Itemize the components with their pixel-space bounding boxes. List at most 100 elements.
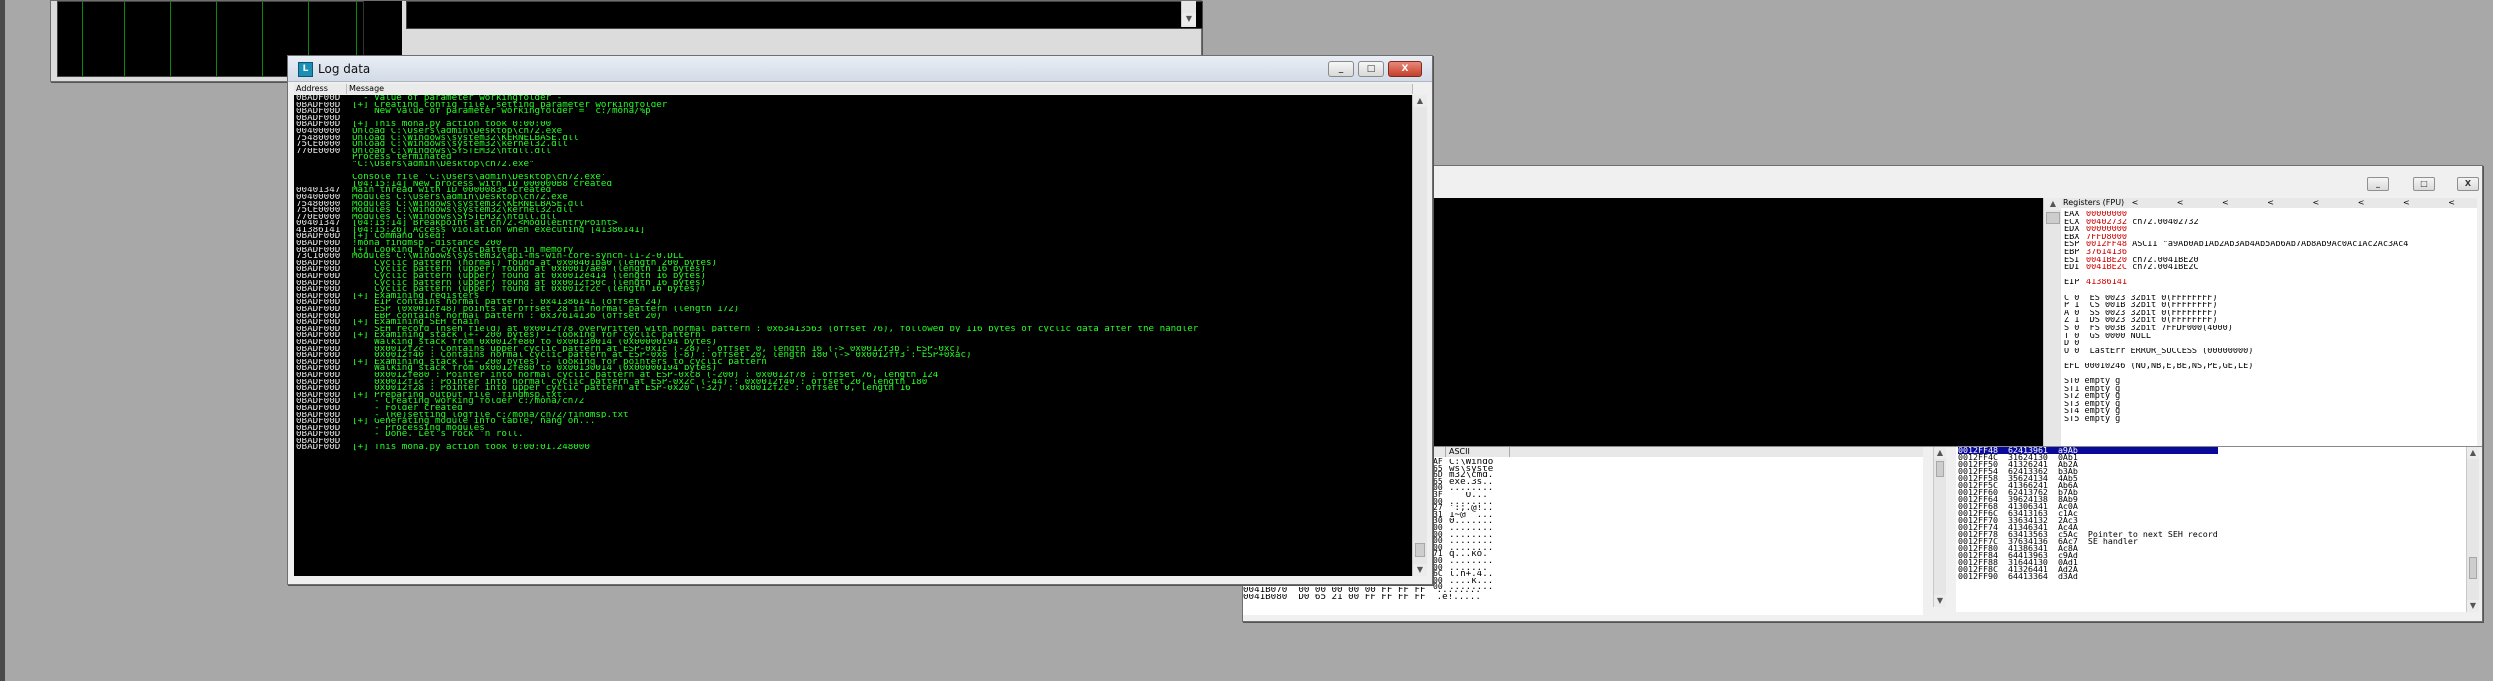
register-row[interactable]: ECX 00402732 ch72.00402732	[2064, 219, 2408, 227]
log-address[interactable]: 75CE0000	[296, 141, 346, 148]
log-message[interactable]: 0x0012f2c : Contains upper cyclic patter…	[352, 346, 1412, 353]
log-address[interactable]: 0BADF00D	[296, 115, 346, 122]
log-message[interactable]: EBP contains normal pattern : 0x37614136…	[352, 313, 1412, 320]
log-address[interactable]: 0BADF00D	[296, 332, 346, 339]
stack-row[interactable]: 0012FF64 39624138 8Ab9	[1958, 496, 2218, 503]
scroll-thumb[interactable]	[1936, 461, 1944, 477]
maximize-button[interactable]: □	[2413, 177, 2435, 191]
stack-row[interactable]: 0012FF90 64413364 d3Ad	[1958, 573, 2218, 580]
log-address[interactable]: 75CE0000	[296, 207, 346, 214]
log-address[interactable]	[296, 181, 346, 188]
log-message[interactable]: Unload C:\Windows\SYSTEM32\ntdll.dll	[352, 148, 1412, 155]
scroll-down-arrow[interactable]: ▼	[1413, 564, 1427, 576]
log-message[interactable]: [+] Command used:	[352, 233, 1412, 240]
stack-row[interactable]: 0012FF50 41326241 Ab2A	[1958, 461, 2218, 468]
log-message[interactable]: Unload C:\Windows\system32\kernel32.dll	[352, 141, 1412, 148]
log-message[interactable]: Main thread with ID 00000838 created	[352, 187, 1412, 194]
dump-ascii-column[interactable]: ASCII	[1447, 447, 1510, 457]
log-address[interactable]: 0BADF00D	[296, 319, 346, 326]
register-row[interactable]: EAX 00000000	[2064, 211, 2408, 219]
log-address[interactable]: 770E0000	[296, 148, 346, 155]
log-message[interactable]: Modules C:\Windows\system32\KERNELBASE.d…	[352, 201, 1412, 208]
log-message[interactable]: Modules C:\Windows\SYSTEM32\ntdll.dll	[352, 214, 1412, 221]
log-address[interactable]: 0BADF00D	[296, 398, 346, 405]
log-address[interactable]: 0BADF00D	[296, 418, 346, 425]
log-address[interactable]: 0BADF00D	[296, 346, 346, 353]
log-message[interactable]: - Processing modules	[352, 425, 1412, 432]
scroll-thumb[interactable]	[2046, 212, 2060, 224]
log-message[interactable]: EIP contains normal pattern : 0x41386141…	[352, 299, 1412, 306]
log-address[interactable]: 75480000	[296, 201, 346, 208]
scroll-up-arrow[interactable]: ▲	[1934, 447, 1946, 459]
log-message[interactable]: Walking stack from 0x0012fe80 to 0x00130…	[352, 339, 1412, 346]
stack-pane[interactable]: 0012FF48 62413961 a9Ab 0012FF4C 31624130 …	[1956, 447, 2466, 612]
log-message[interactable]: Modules C:\Windows\system32\api-ms-win-c…	[352, 253, 1412, 260]
log-message[interactable]: [+] Examining SEH chain	[352, 319, 1412, 326]
stack-row[interactable]: 0012FF58 35624134 4Ab5	[1958, 475, 2218, 482]
log-address[interactable]: 0BADF00D	[296, 108, 346, 115]
log-address[interactable]: 0BADF00D	[296, 412, 346, 419]
log-message[interactable]: Cyclic pattern (normal) found at 0x00401…	[352, 260, 1412, 267]
stack-row[interactable]: 0012FF80 41386341 Ac8A	[1958, 545, 2218, 552]
log-address[interactable]: 0BADF00D	[296, 425, 346, 432]
scroll-up-arrow[interactable]: ▲	[1413, 95, 1427, 107]
log-titlebar[interactable]: L Log data _ □ X	[288, 56, 1432, 82]
log-message[interactable]: Unload C:\Users\admin\Desktop\ch72.exe	[352, 128, 1412, 135]
stack-row[interactable]: 0012FF78 63413563 c5Ac Pointer to next S…	[1958, 531, 2218, 538]
register-row[interactable]: ESI 0041BE20 ch72.0041BE20	[2064, 257, 2408, 265]
log-address[interactable]: 0BADF00D	[296, 280, 346, 287]
log-message[interactable]: - Folder created	[352, 405, 1412, 412]
stack-row[interactable]: 0012FF68 41306341 Ac0A	[1958, 503, 2218, 510]
log-message[interactable]: [+] Examining stack (+- 200 bytes) - loo…	[352, 359, 1412, 366]
log-address[interactable]: 0BADF00D	[296, 431, 346, 438]
log-message[interactable]	[352, 438, 1412, 445]
log-scrollbar[interactable]: ▲ ▼	[1412, 95, 1427, 576]
log-message[interactable]: [+] Examining registers	[352, 293, 1412, 300]
log-address[interactable]: 0BADF00D	[296, 306, 346, 313]
close-button[interactable]: X	[2457, 177, 2479, 191]
register-row[interactable]: EIP 41386141	[2064, 279, 2408, 287]
minimize-button[interactable]: _	[2367, 177, 2389, 191]
minimize-button[interactable]: _	[1328, 61, 1354, 77]
log-address[interactable]: 0BADF00D	[296, 385, 346, 392]
log-address[interactable]: 0BADF00D	[296, 339, 346, 346]
register-nav-arrows[interactable]: < < < < < < < <	[2132, 198, 2473, 207]
log-message[interactable]: "C:\Users\admin\Desktop\ch72.exe"	[352, 161, 1412, 168]
column-header-address[interactable]: Address	[294, 84, 347, 94]
log-address[interactable]: 0BADF00D	[296, 438, 346, 445]
stack-row[interactable]: 0012FF4C 31624130 0Ab1	[1958, 454, 2218, 461]
log-address[interactable]: 00400000	[296, 128, 346, 135]
log-message[interactable]: SEH record (nseh field) at 0x0012f78 ove…	[352, 326, 1412, 333]
register-row[interactable]: EDI 0041BE2C ch72.0041BE2C	[2064, 264, 2408, 272]
log-message[interactable]: Modules C:\Windows\system32\kernel32.dll	[352, 207, 1412, 214]
scroll-down-arrow[interactable]: ▼	[2467, 600, 2479, 612]
stack-row[interactable]: 0012FF60 62413762 b7Ab	[1958, 489, 2218, 496]
log-address[interactable]: 0BADF00D	[296, 247, 346, 254]
log-address[interactable]	[296, 161, 346, 168]
log-message[interactable]: 0x0012f28 : Pointer into upper cyclic pa…	[352, 385, 1412, 392]
log-message[interactable]	[352, 168, 1412, 175]
scroll-down-arrow[interactable]: ▼	[1182, 13, 1196, 25]
log-address[interactable]: 0BADF00D	[296, 299, 346, 306]
log-address[interactable]: 73C10000	[296, 253, 346, 260]
log-address[interactable]: 0BADF00D	[296, 392, 346, 399]
log-address[interactable]: 0BADF00D	[296, 240, 346, 247]
stack-row[interactable]: 0012FF5C 41366241 Ab6A	[1958, 482, 2218, 489]
log-address[interactable]: 0BADF00D	[296, 102, 346, 109]
log-message[interactable]: - Creating working folder c:/mona/ch72	[352, 398, 1412, 405]
log-address[interactable]: 0BADF00D	[296, 266, 346, 273]
log-address[interactable]: 0BADF00D	[296, 233, 346, 240]
log-message[interactable]: Cyclic pattern (upper) found at 0x0012e4…	[352, 273, 1412, 280]
register-row[interactable]: EBX 7FFD8000	[2064, 234, 2408, 242]
log-list[interactable]: 0BADF00D 0BADF00D 0BADF00D 0BADF00D 0BADF00D…	[294, 95, 1412, 576]
log-data-window[interactable]: L Log data _ □ X Address Message 0BADF00…	[287, 55, 1433, 585]
stack-row[interactable]: 0012FF88 31644130 0Ad1	[1958, 559, 2218, 566]
scroll-thumb[interactable]	[2469, 557, 2477, 579]
dump-scrollbar[interactable]: ▲ ▼	[1933, 447, 1946, 607]
log-address[interactable]	[296, 168, 346, 175]
log-message[interactable]: Process terminated	[352, 154, 1412, 161]
stack-row[interactable]: 0012FF6C 63413163 c1Ac	[1958, 510, 2218, 517]
log-message[interactable]: Cyclic pattern (upper) found at 0x0012f5…	[352, 280, 1412, 287]
log-address[interactable]: 0BADF00D	[296, 273, 346, 280]
log-message[interactable]: 0x0012f1c : Pointer into normal cyclic p…	[352, 379, 1412, 386]
